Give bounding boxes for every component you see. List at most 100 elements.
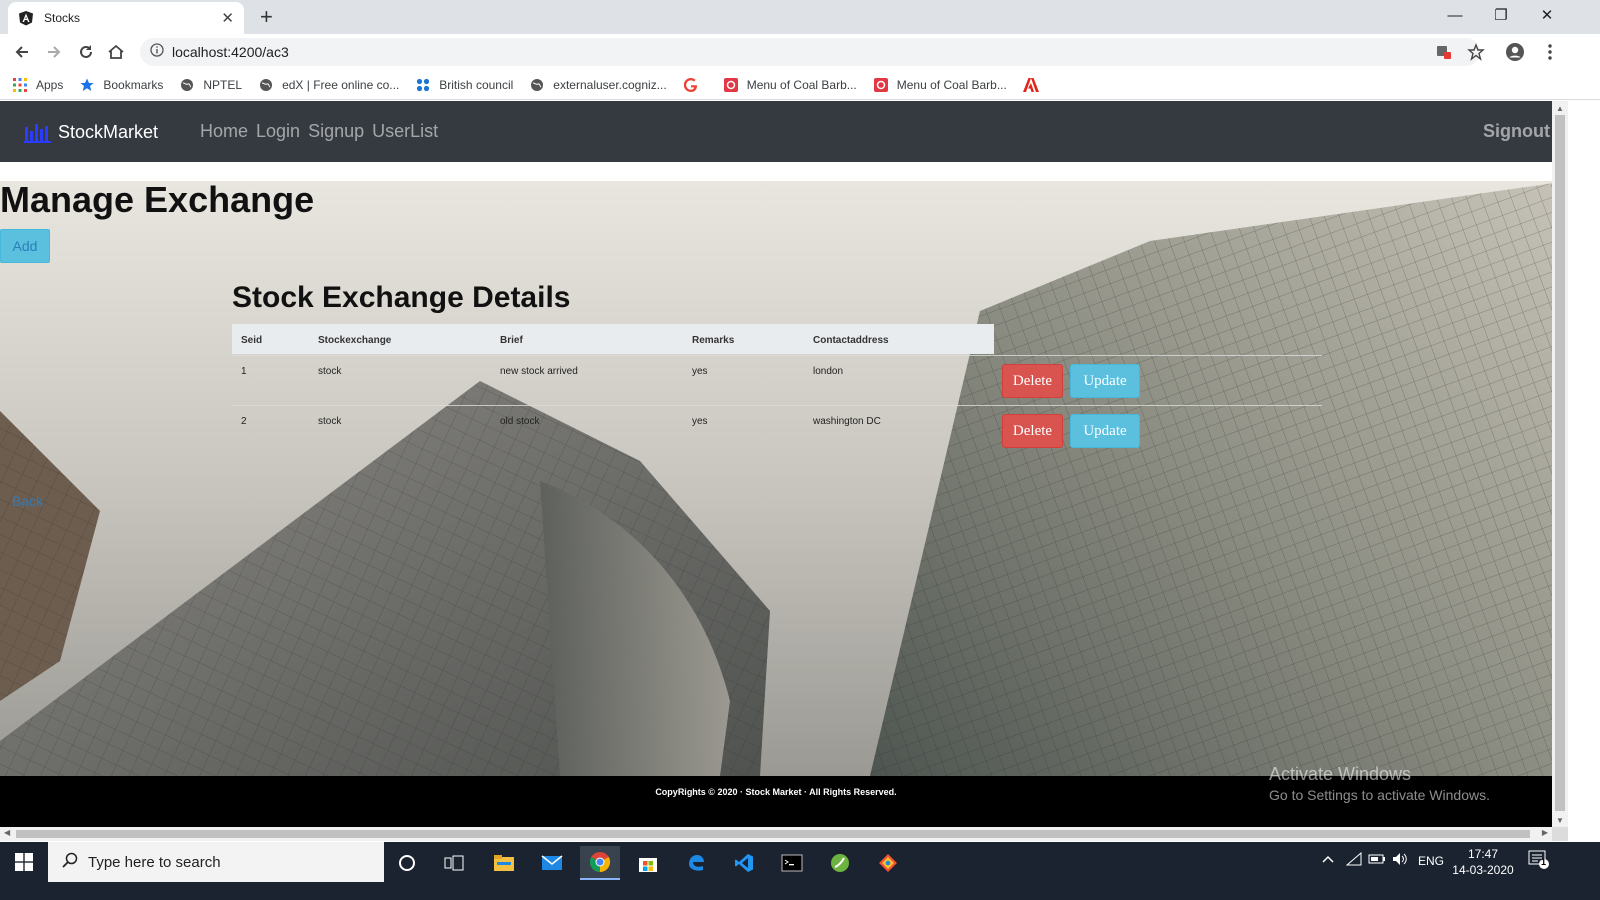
taskbar-search-box[interactable]: Type here to search: [48, 842, 384, 882]
nav-login[interactable]: Login: [256, 121, 300, 142]
back-link[interactable]: Back: [12, 493, 43, 509]
adobe-icon: [1022, 77, 1039, 93]
nav-links: Home Login Signup UserList: [200, 121, 446, 142]
brand-text: StockMarket: [58, 121, 159, 142]
angular-icon: [18, 10, 34, 26]
bookmark-adobe[interactable]: [1022, 77, 1047, 93]
notifications-icon[interactable]: 1: [1528, 850, 1550, 873]
bookmark-zomato-1[interactable]: Menu of Coal Barb...: [723, 77, 857, 93]
brand-link[interactable]: StockMarket: [24, 121, 158, 143]
cortana-icon[interactable]: [387, 846, 427, 880]
nav-signup[interactable]: Signup: [308, 121, 364, 142]
language-indicator[interactable]: ENG: [1418, 854, 1444, 868]
cell-stockexchange: stock: [318, 366, 342, 377]
volume-icon[interactable]: [1392, 852, 1408, 869]
update-button[interactable]: Update: [1070, 364, 1140, 398]
close-tab-icon[interactable]: ✕: [221, 9, 234, 27]
horizontal-scrollbar[interactable]: ◀ ▶: [0, 827, 1552, 841]
vscode-icon[interactable]: [724, 846, 764, 880]
bookmark-edx[interactable]: edX | Free online co...: [258, 77, 399, 93]
watermark-line1: Activate Windows: [1269, 764, 1412, 784]
bookmark-bookmarks[interactable]: Bookmarks: [79, 77, 163, 93]
delete-button[interactable]: Delete: [1002, 414, 1063, 448]
store-icon[interactable]: [628, 846, 668, 880]
clock[interactable]: 17:47 14-03-2020: [1448, 846, 1518, 878]
header-stockexchange: Stockexchange: [318, 335, 392, 346]
windows-start-icon[interactable]: [0, 842, 48, 882]
bookmark-nptel[interactable]: NPTEL: [179, 77, 242, 93]
mail-icon[interactable]: [532, 846, 572, 880]
star-icon: [79, 77, 95, 93]
vertical-scroll-thumb[interactable]: [1555, 115, 1565, 811]
spring-tool-icon[interactable]: [820, 846, 860, 880]
translate-blocked-icon[interactable]: [1432, 40, 1456, 64]
minimize-icon[interactable]: —: [1432, 0, 1478, 30]
new-tab-button[interactable]: +: [260, 4, 273, 30]
address-bar[interactable]: localhost:4200/ac3: [140, 38, 1480, 66]
cell-brief: new stock arrived: [500, 366, 578, 377]
file-explorer-icon[interactable]: [484, 846, 524, 880]
task-view-icon[interactable]: [434, 846, 474, 880]
terminal-icon[interactable]: [772, 846, 812, 880]
windows-taskbar: Type here to search ENG 17:47 14-03-2020…: [0, 842, 1600, 900]
bookmark-label: Menu of Coal Barb...: [746, 77, 857, 92]
clock-date: 14-03-2020: [1452, 863, 1514, 877]
forward-arrow-icon[interactable]: [42, 40, 66, 64]
back-arrow-icon[interactable]: [10, 40, 34, 64]
battery-icon[interactable]: [1368, 853, 1386, 868]
cell-brief: old stock: [500, 416, 540, 427]
profile-icon[interactable]: [1503, 40, 1527, 64]
bookmark-externaluser[interactable]: externaluser.cogniz...: [529, 77, 667, 93]
reload-icon[interactable]: [74, 40, 98, 64]
url-text: localhost:4200/ac3: [172, 44, 289, 60]
bookmark-star-icon[interactable]: [1464, 40, 1488, 64]
cell-contactaddress: london: [813, 366, 844, 377]
scroll-down-icon[interactable]: ▼: [1556, 816, 1564, 825]
globe-icon: [179, 77, 195, 93]
restore-icon[interactable]: ❐: [1478, 0, 1524, 30]
cell-remarks: yes: [692, 366, 708, 377]
add-button[interactable]: Add: [0, 229, 50, 263]
delete-button[interactable]: Delete: [1002, 364, 1063, 398]
horizontal-scroll-thumb[interactable]: [16, 830, 1530, 838]
nav-home[interactable]: Home: [200, 121, 248, 142]
menu-kebab-icon[interactable]: [1538, 40, 1562, 64]
bookmark-apps[interactable]: Apps: [12, 77, 63, 93]
browser-tabstrip: Stocks ✕ + — ❐ ✕: [0, 0, 1600, 34]
bookmark-zomato-2[interactable]: Menu of Coal Barb...: [873, 77, 1007, 93]
scroll-up-icon[interactable]: ▲: [1556, 104, 1564, 113]
watermark-line2: Go to Settings to activate Windows.: [1269, 787, 1490, 803]
scroll-corner: [1552, 827, 1568, 841]
wifi-icon[interactable]: [1345, 851, 1362, 869]
browser-tab[interactable]: Stocks ✕: [8, 2, 244, 34]
git-icon[interactable]: [868, 846, 908, 880]
tray-chevron-icon[interactable]: [1322, 853, 1334, 868]
bookmark-label: NPTEL: [203, 77, 243, 92]
top-navbar: StockMarket Home Login Signup UserList S…: [0, 101, 1568, 162]
notification-count: 1: [1541, 857, 1547, 867]
bookmarks-bar: Apps Bookmarks NPTEL edX | Free online c…: [0, 70, 1600, 100]
edge-icon[interactable]: [676, 846, 716, 880]
zomato-icon: [873, 77, 889, 93]
home-icon[interactable]: [104, 40, 128, 64]
bookmark-label: Apps: [36, 77, 64, 92]
nav-userlist[interactable]: UserList: [372, 121, 438, 142]
chrome-icon[interactable]: [580, 846, 620, 880]
cell-seid: 2: [241, 416, 247, 427]
search-placeholder: Type here to search: [88, 853, 221, 871]
bookmark-google[interactable]: [683, 77, 707, 93]
update-button[interactable]: Update: [1070, 414, 1140, 448]
bookmark-british-council[interactable]: British council: [415, 77, 513, 93]
table-row: 2 stock old stock yes washington DC Dele…: [232, 405, 1322, 455]
scroll-right-icon[interactable]: ▶: [1542, 828, 1548, 837]
vertical-scrollbar[interactable]: ▲ ▼: [1552, 101, 1568, 827]
zomato-icon: [723, 77, 739, 93]
close-window-icon[interactable]: ✕: [1524, 0, 1570, 30]
page-title: Manage Exchange: [0, 179, 315, 220]
bookmark-label: Menu of Coal Barb...: [896, 77, 1007, 92]
bookmark-label: edX | Free online co...: [282, 77, 400, 92]
info-icon[interactable]: [150, 42, 164, 62]
scroll-left-icon[interactable]: ◀: [4, 828, 10, 837]
header-brief: Brief: [500, 335, 523, 346]
nav-signout[interactable]: Signout: [1483, 121, 1550, 142]
